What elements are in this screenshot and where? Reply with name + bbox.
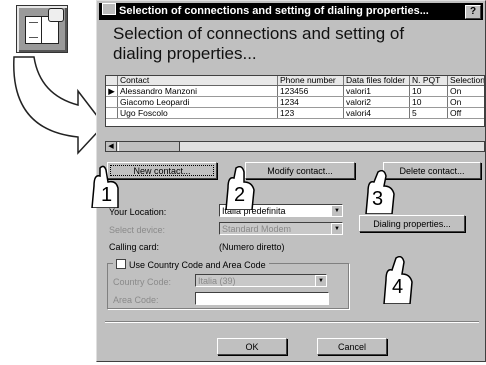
contacts-table: Contact Phone number Data files folder N… — [105, 75, 485, 127]
curved-arrow-icon — [13, 56, 105, 155]
dialing-properties-button[interactable]: Dialing properties... — [359, 215, 465, 232]
pointing-hand-callout-1: 1 — [88, 164, 124, 209]
cell-folder[interactable]: valori1 — [344, 86, 410, 96]
current-row-marker-icon: ▶ — [106, 86, 118, 96]
scrollbar-thumb[interactable] — [118, 142, 180, 151]
callout-number: 3 — [372, 188, 384, 210]
area-code-label: Area Code: — [113, 295, 159, 305]
page-title: Selection of connections and setting of … — [113, 24, 405, 63]
phone-icon — [48, 8, 64, 22]
column-header-folder[interactable]: Data files folder — [344, 76, 410, 85]
title-bar: Selection of connections and setting of … — [99, 3, 483, 20]
device-value: Standard Modem — [222, 224, 292, 234]
callout-number: 1 — [101, 184, 113, 206]
address-book-icon — [16, 5, 68, 53]
row-marker — [106, 108, 118, 118]
row-marker-header — [106, 76, 118, 85]
table-header: Contact Phone number Data files folder N… — [106, 76, 484, 86]
pointing-hand-callout-3: 3 — [362, 169, 398, 215]
calling-card-label: Calling card: — [109, 242, 160, 252]
country-code-value: Italia (39) — [198, 276, 236, 286]
window-icon — [102, 3, 116, 15]
window-title: Selection of connections and setting of … — [119, 5, 429, 17]
location-label: Your Location: — [109, 207, 167, 217]
column-header-contact[interactable]: Contact — [118, 76, 278, 85]
ok-button[interactable]: OK — [217, 338, 287, 355]
cell-folder[interactable]: valori2 — [344, 97, 410, 107]
table-row[interactable]: ▶ Alessandro Manzoni 123456 valori1 10 O… — [106, 86, 484, 97]
chevron-down-icon[interactable]: ▼ — [315, 275, 326, 286]
modify-contact-button[interactable]: Modify contact... — [245, 162, 355, 179]
help-button[interactable]: ? — [465, 5, 481, 19]
pointing-hand-callout-2: 2 — [222, 165, 258, 211]
cell-selection[interactable]: On — [448, 86, 484, 96]
cell-contact[interactable]: Alessandro Manzoni — [118, 86, 278, 96]
country-code-select[interactable]: Italia (39) ▼ — [195, 274, 327, 287]
cell-folder[interactable]: valori4 — [344, 108, 410, 118]
area-code-field[interactable] — [195, 292, 329, 305]
horizontal-scrollbar[interactable]: ◀ — [105, 141, 485, 152]
cell-contact[interactable]: Ugo Foscolo — [118, 108, 278, 118]
row-marker — [106, 97, 118, 107]
cell-selection[interactable]: On — [448, 97, 484, 107]
calling-card-value: (Numero diretto) — [219, 242, 285, 252]
cell-phone[interactable]: 123456 — [278, 86, 344, 96]
cell-contact[interactable]: Giacomo Leopardi — [118, 97, 278, 107]
column-header-npqt[interactable]: N. PQT — [410, 76, 448, 85]
callout-number: 4 — [392, 276, 404, 298]
cell-npqt[interactable]: 5 — [410, 108, 448, 118]
chevron-down-icon[interactable]: ▼ — [331, 223, 342, 234]
device-select[interactable]: Standard Modem ▼ — [219, 222, 343, 235]
cell-phone[interactable]: 1234 — [278, 97, 344, 107]
checkbox-label: Use Country Code and Area Code — [129, 260, 266, 270]
use-country-code-checkbox[interactable]: Use Country Code and Area Code — [113, 259, 269, 270]
cell-phone[interactable]: 123 — [278, 108, 344, 118]
cancel-button[interactable]: Cancel — [317, 338, 387, 355]
column-header-phone[interactable]: Phone number — [278, 76, 344, 85]
pointing-hand-callout-4: 4 — [380, 255, 416, 305]
callout-number: 2 — [234, 184, 246, 206]
cell-npqt[interactable]: 10 — [410, 97, 448, 107]
table-row[interactable]: Ugo Foscolo 123 valori4 5 Off — [106, 108, 484, 119]
cell-selection[interactable]: Off — [448, 108, 484, 118]
column-header-selection[interactable]: Selection — [448, 76, 484, 85]
checkbox-box[interactable] — [116, 259, 126, 269]
device-label: Select device: — [109, 225, 166, 235]
table-row[interactable]: Giacomo Leopardi 1234 valori2 10 On — [106, 97, 484, 108]
country-code-label: Country Code: — [113, 277, 172, 287]
divider — [105, 321, 479, 323]
chevron-down-icon[interactable]: ▼ — [331, 205, 342, 216]
cell-npqt[interactable]: 10 — [410, 86, 448, 96]
scroll-left-arrow-icon[interactable]: ◀ — [106, 142, 117, 151]
connections-dialog: Selection of connections and setting of … — [96, 0, 486, 362]
